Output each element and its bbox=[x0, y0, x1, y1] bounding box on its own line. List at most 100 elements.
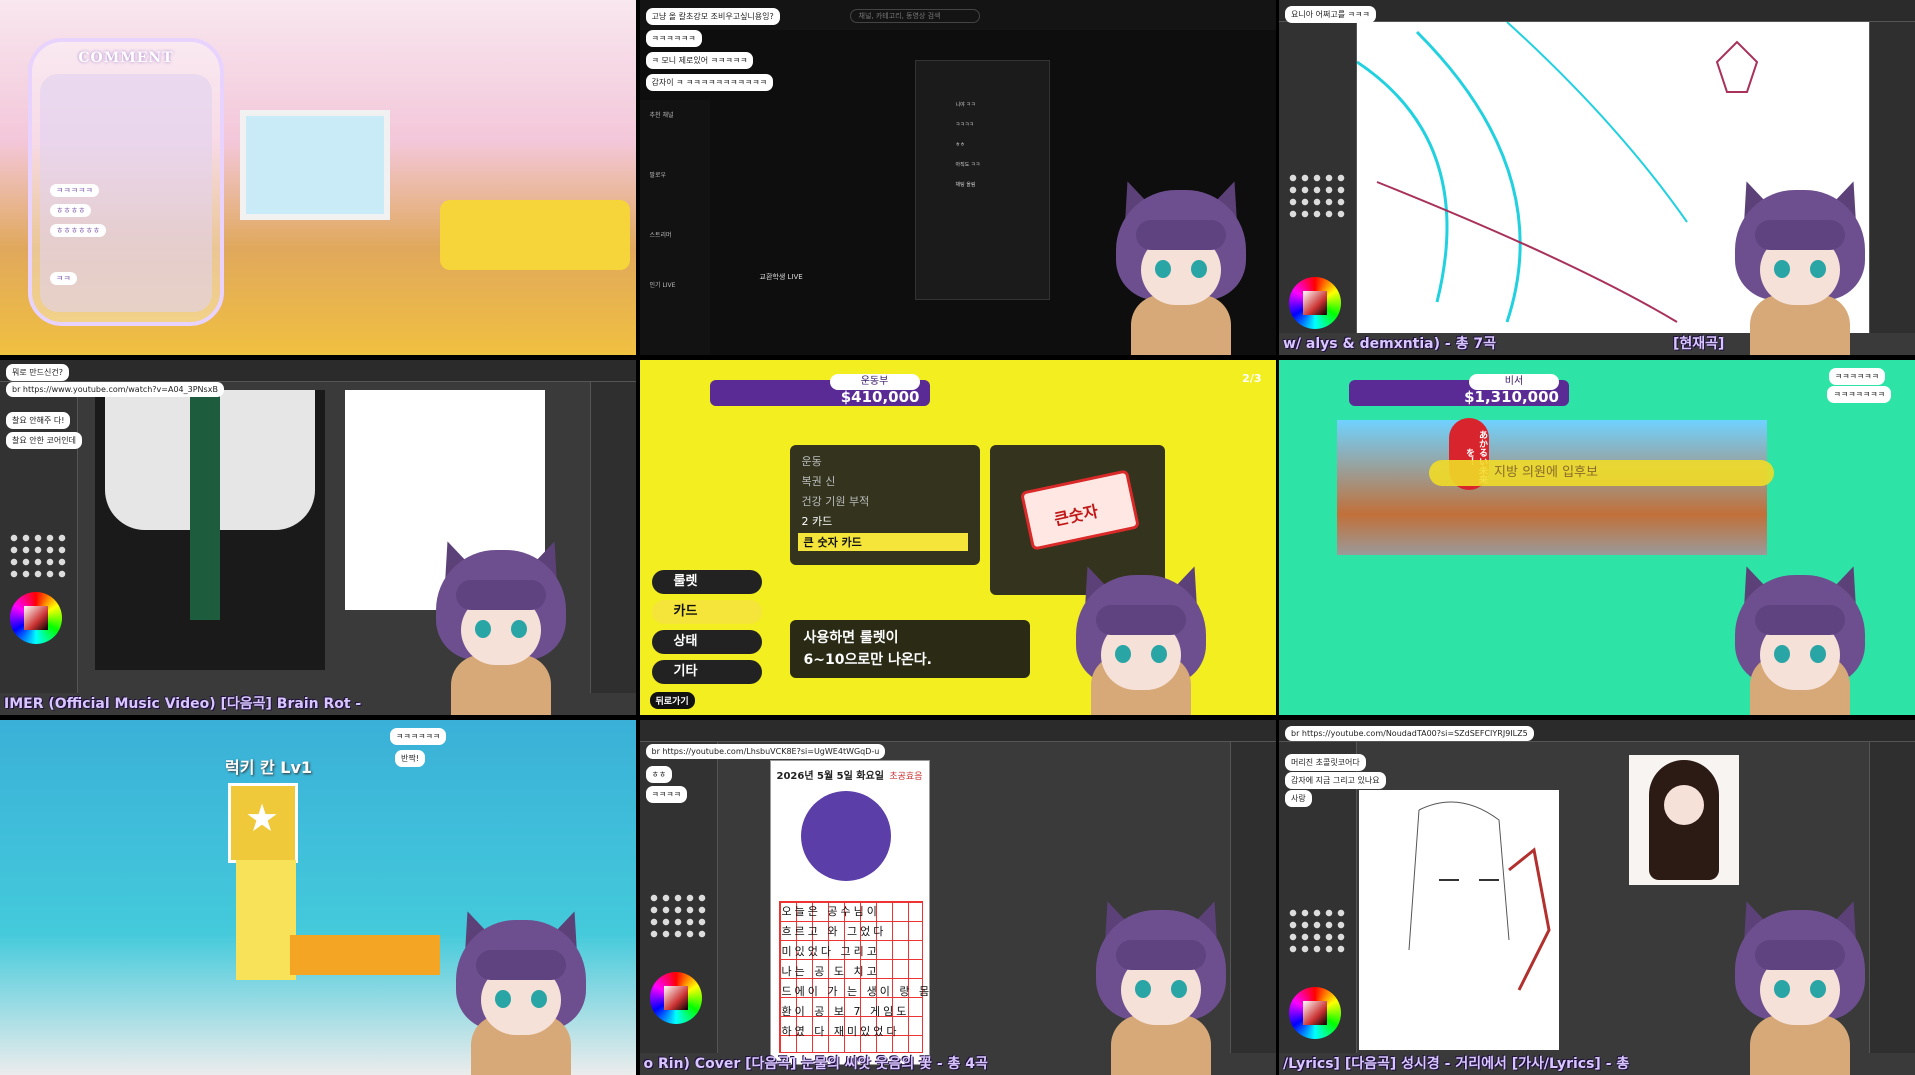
vtuber-avatar bbox=[426, 540, 576, 715]
vtuber-avatar bbox=[1725, 900, 1875, 1075]
paint-menubar[interactable] bbox=[639, 720, 1276, 742]
comment-list: ㅋㅋㅋㅋㅋ ㅎㅎㅎㅎ ㅎㅎㅎㅎㅎㅎ ㅋㅋ bbox=[40, 74, 212, 312]
paint-tool-panel[interactable] bbox=[1279, 22, 1357, 333]
cell-drawing-sketch: 요니아 어쩌고를 ㅋㅋㅋ w/ alys & demxntia) - 총 7곡 … bbox=[1279, 0, 1915, 355]
vtuber-avatar bbox=[1725, 565, 1875, 715]
color-wheel[interactable] bbox=[649, 972, 702, 1024]
brush-palette[interactable] bbox=[8, 532, 68, 578]
color-wheel[interactable] bbox=[1289, 277, 1341, 329]
multiview-grid: COMMENT ㅋㅋㅋㅋㅋ ㅎㅎㅎㅎ ㅎㅎㅎㅎㅎㅎ ㅋㅋ 채널, 카테고리, 동… bbox=[0, 0, 1915, 1075]
vtuber-avatar bbox=[1725, 180, 1875, 355]
cell-board-game-menu: 운동부 $410,000 2/3 운동 복권 신 건강 기원 부적 2 카드 큰… bbox=[639, 360, 1276, 715]
action-roulette-button[interactable]: 룰렛 bbox=[651, 570, 762, 594]
chat-overlay-message: 사랑 bbox=[1285, 790, 1312, 807]
comment-message: ㅋㅋㅋㅋㅋ bbox=[50, 184, 99, 197]
paint-layer-panel[interactable] bbox=[1869, 22, 1915, 333]
player-chat-line: 니야 ㅋㅋ bbox=[955, 102, 976, 108]
vtuber-avatar bbox=[446, 910, 596, 1075]
room-bed bbox=[440, 200, 630, 270]
menu-item-selected[interactable]: 큰 숫자 카드 bbox=[797, 533, 968, 551]
chat-overlay-message: 감자에 지금 그리고 있나요 bbox=[1285, 772, 1386, 789]
paint-layer-panel[interactable] bbox=[1229, 742, 1276, 1053]
player-money-bar: 운동부 $410,000 bbox=[709, 374, 930, 406]
menu-item[interactable]: 복권 신 bbox=[802, 473, 836, 489]
diary-drawing bbox=[800, 791, 891, 881]
color-wheel[interactable] bbox=[10, 592, 62, 644]
now-playing-subtitle: w/ alys & demxntia) - 총 7곡 bbox=[1283, 336, 1496, 352]
board-lane bbox=[290, 935, 440, 975]
card-image: 큰숫자 bbox=[1019, 469, 1140, 551]
street-scene bbox=[1337, 420, 1767, 555]
sidebar-item[interactable]: 스트리머 bbox=[650, 230, 705, 239]
brush-palette[interactable] bbox=[1287, 172, 1347, 218]
vtuber-avatar bbox=[1066, 565, 1216, 715]
brush-palette[interactable] bbox=[647, 892, 708, 938]
player-chat-line: ㅎㅎ bbox=[955, 142, 965, 148]
chat-overlay-message: 뭐로 만드신건? bbox=[6, 364, 69, 381]
comment-message: ㅋㅋ bbox=[50, 272, 77, 285]
cell-drawing-shirt: 뭐로 만드신건? br https://www.youtube.com/watc… bbox=[0, 360, 636, 715]
video-player[interactable]: 니야 ㅋㅋ ㅋㅋㅋㅋ ㅎㅎ 아직도 ㅋㅋ 채팅 올림 bbox=[914, 60, 1050, 300]
sidebar-item[interactable]: 추천 채널 bbox=[650, 110, 705, 119]
diary-grid: 오늘은 공수님이 흐르고 와 그었다 미있었다 그리고 나는 공 도 치고 드에… bbox=[778, 901, 929, 1053]
star-icon: ★ bbox=[245, 796, 280, 840]
player-chat-line: ㅋㅋㅋㅋ bbox=[955, 122, 974, 128]
now-playing-subtitle: /Lyrics] [다음곡] 성시경 - 거리에서 [가사/Lyrics] - … bbox=[1283, 1056, 1630, 1072]
chat-overlay-message: br https://youtube.com/NoudadTA00?si=SZd… bbox=[1285, 726, 1534, 741]
action-other-button[interactable]: 기타 bbox=[651, 660, 762, 684]
back-button[interactable]: 뒤로가기 bbox=[649, 692, 695, 709]
now-playing-subtitle: IMER (Official Music Video) [다음곡] Brain … bbox=[4, 696, 362, 712]
board-lane bbox=[236, 860, 296, 980]
chat-overlay-message: br https://www.youtube.com/watch?v=A04_3… bbox=[6, 382, 224, 397]
chat-overlay-message: 반짝! bbox=[395, 750, 425, 767]
now-playing-subtitle: o Rin) Cover [다음곡] 눈물의 씨앗 웃음의 꽃 - 총 4곡 bbox=[643, 1056, 988, 1072]
menu-item[interactable]: 2 카드 bbox=[802, 513, 833, 529]
chat-overlay-message: ㅋㅋㅋㅋㅋㅋ bbox=[390, 728, 447, 745]
event-banner: 지방 의원에 입후보 bbox=[1429, 460, 1774, 486]
drawing-canvas[interactable] bbox=[1359, 790, 1559, 1050]
drawing-canvas[interactable]: 2026년 5월 5일 화요일 초공효음 오늘은 공수님이 흐르고 와 그었다 … bbox=[769, 760, 930, 1065]
chat-overlay-message: 고냥 올 칼초강모 조비우고싶니용잉? bbox=[645, 8, 780, 25]
menu-item[interactable]: 운동 bbox=[802, 453, 822, 469]
item-menu: 운동 복권 신 건강 기원 부적 2 카드 큰 숫자 카드 bbox=[789, 445, 980, 565]
brush-palette[interactable] bbox=[1287, 907, 1347, 953]
chat-overlay-message: 요니아 어쩌고를 ㅋㅋㅋ bbox=[1285, 6, 1376, 23]
player-money: $410,000 bbox=[840, 388, 920, 406]
lucky-star-tile: ★ bbox=[228, 783, 298, 863]
chat-overlay-message: ㅋㅋㅋㅋㅋㅋ bbox=[1828, 368, 1885, 385]
chat-overlay-message: ㅋ 모니 제로있어 ㅋㅋㅋㅋㅋ bbox=[645, 52, 754, 69]
lucky-tile-label: 럭키 칸 Lv1 bbox=[225, 758, 313, 777]
sidebar-item[interactable]: 팔로우 bbox=[650, 170, 705, 179]
color-wheel[interactable] bbox=[1289, 987, 1341, 1039]
player-chat-line: 아직도 ㅋㅋ bbox=[955, 162, 981, 168]
comment-panel: COMMENT ㅋㅋㅋㅋㅋ ㅎㅎㅎㅎ ㅎㅎㅎㅎㅎㅎ ㅋㅋ bbox=[28, 38, 224, 326]
vtuber-avatar bbox=[1086, 900, 1236, 1075]
player-chat-line: 채팅 올림 bbox=[955, 182, 976, 188]
action-status-button[interactable]: 상태 bbox=[651, 630, 762, 654]
search-input[interactable]: 채널, 카테고리, 동영상 검색 bbox=[849, 9, 980, 23]
paint-menubar[interactable] bbox=[0, 360, 636, 382]
cell-board-game-lucky: 럭키 칸 Lv1 ★ ㅋㅋㅋㅋㅋㅋ 반짝! bbox=[0, 720, 636, 1075]
chat-overlay-message: 찰요 안해주 다! bbox=[6, 412, 71, 429]
stream-channel-title[interactable]: 교환학생 LIVE bbox=[760, 272, 803, 282]
action-card-button[interactable]: 카드 bbox=[651, 600, 762, 624]
paint-layer-panel[interactable] bbox=[590, 382, 636, 693]
chat-overlay-message: 감자이 ㅋ ㅋㅋㅋㅋㅋㅋㅋㅋㅋㅋㅋ bbox=[645, 74, 773, 91]
player-money: $1,310,000 bbox=[1464, 388, 1559, 406]
paint-layer-panel[interactable] bbox=[1869, 742, 1915, 1053]
lineart-sketch bbox=[1408, 801, 1551, 991]
chat-overlay-message: ㅎㅎ bbox=[645, 766, 673, 783]
comment-message: ㅎㅎㅎㅎ bbox=[50, 204, 92, 217]
turn-counter: 2/3 bbox=[1242, 372, 1262, 385]
vtuber-avatar bbox=[1106, 180, 1256, 355]
chat-overlay-message: br https://youtube.com/LhsbuVCK8E?si=UgW… bbox=[645, 744, 886, 759]
comment-title: COMMENT bbox=[78, 50, 174, 66]
cell-drawing-diary: 2026년 5월 5일 화요일 초공효음 오늘은 공수님이 흐르고 와 그었다 … bbox=[639, 720, 1276, 1075]
stream-sidebar: 추천 채널 팔로우 스트리머 인기 LIVE bbox=[639, 100, 710, 355]
menu-item[interactable]: 건강 기원 부적 bbox=[802, 493, 870, 509]
reference-image bbox=[95, 390, 325, 670]
diary-date: 2026년 5월 5일 화요일 bbox=[776, 771, 884, 782]
action-menu: 룰렛 카드 상태 기타 bbox=[651, 570, 772, 690]
sidebar-item[interactable]: 인기 LIVE bbox=[650, 280, 705, 289]
cell-room-comment: COMMENT ㅋㅋㅋㅋㅋ ㅎㅎㅎㅎ ㅎㅎㅎㅎㅎㅎ ㅋㅋ bbox=[0, 0, 636, 355]
